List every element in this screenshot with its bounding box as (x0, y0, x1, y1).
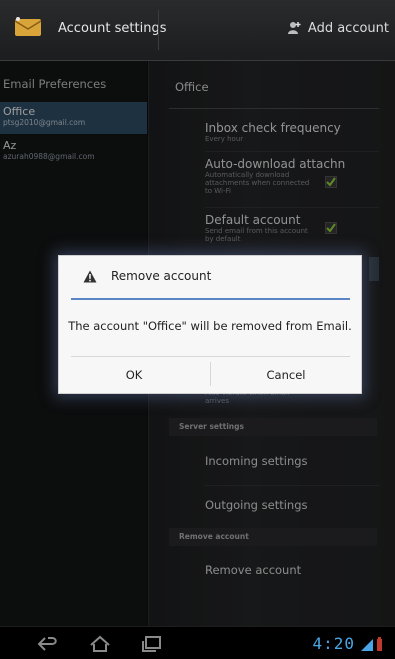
email-app-icon[interactable] (14, 16, 42, 38)
app-title: Account settings (58, 21, 167, 36)
status-icons[interactable] (359, 636, 387, 652)
ok-button[interactable]: OK (59, 357, 209, 393)
action-bar: Account settings Add account (0, 0, 395, 61)
remove-account-dialog: Remove account The account "Office" will… (58, 255, 362, 394)
home-icon[interactable] (88, 635, 112, 653)
back-icon[interactable] (36, 635, 60, 653)
add-account-button[interactable]: Add account (286, 20, 389, 36)
add-account-icon (287, 22, 301, 34)
system-bar: 4:20 (0, 626, 395, 659)
cancel-button[interactable]: Cancel (211, 357, 361, 393)
add-account-label: Add account (307, 20, 389, 36)
dialog-message: The account "Office" will be removed fro… (68, 319, 352, 333)
dialog-title: Remove account (111, 269, 212, 283)
dialog-header: Remove account (59, 256, 361, 298)
recent-apps-icon[interactable] (140, 635, 164, 653)
clock[interactable]: 4:20 (312, 634, 355, 653)
screen: Account settings Add account Email Prefe… (0, 0, 395, 659)
action-bar-divider (158, 10, 159, 50)
warning-icon (83, 270, 97, 283)
dialog-title-divider (71, 298, 350, 300)
